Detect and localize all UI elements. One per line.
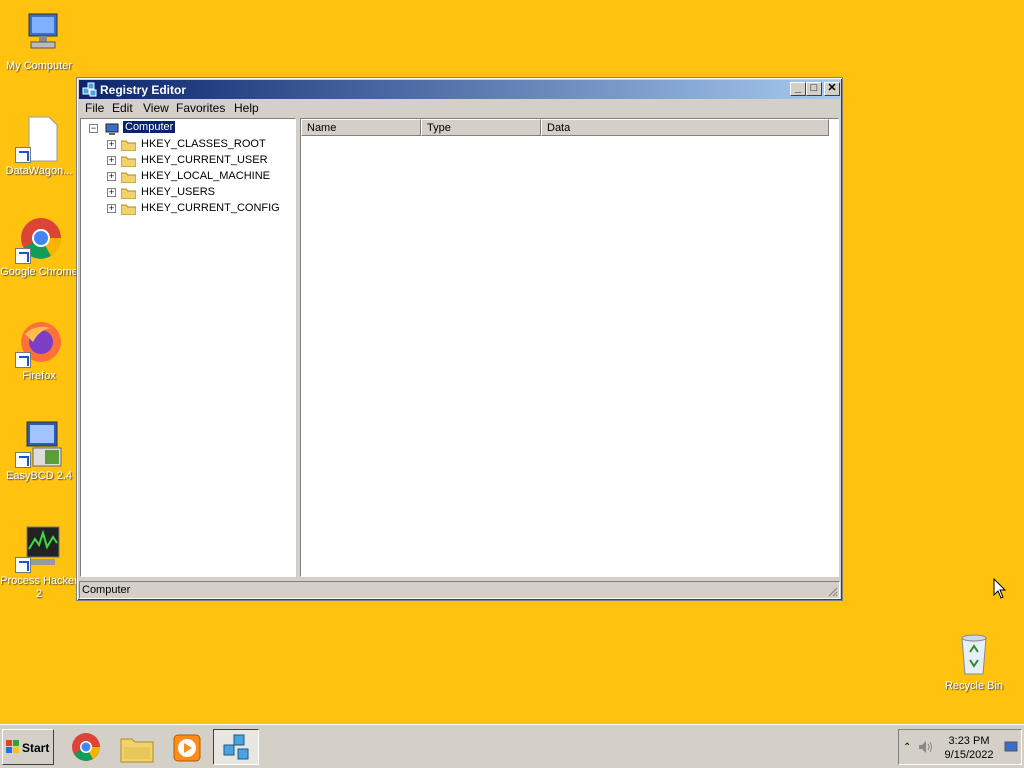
desktop-icon-label: Process Hacker 2	[0, 575, 78, 600]
resize-grip-icon[interactable]	[826, 585, 838, 597]
tree-node-hkey-local-machine[interactable]: + HKEY_LOCAL_MACHINE	[107, 169, 292, 185]
tree-node-label: Computer	[121, 120, 177, 134]
tree-node-hkey-current-user[interactable]: + HKEY_CURRENT_USER	[107, 153, 292, 169]
chrome-icon	[15, 216, 63, 264]
document-icon	[15, 115, 63, 163]
computer-icon	[15, 10, 63, 58]
tree-node-hkey-users[interactable]: + HKEY_USERS	[107, 185, 292, 201]
window-title: Registry Editor	[100, 83, 187, 97]
menu-bar: File Edit View Favorites Help	[79, 99, 840, 117]
process-hacker-icon	[15, 525, 63, 573]
folder-icon	[120, 155, 137, 168]
registry-editor-icon	[222, 733, 252, 766]
expand-icon[interactable]: +	[107, 188, 116, 197]
windows-logo-icon	[6, 740, 20, 754]
media-player-icon	[172, 733, 202, 766]
desktop-icon-label: Google Chrome	[0, 266, 78, 278]
desktop-icon-label: DataWagon...	[5, 165, 73, 177]
tree-node-label: HKEY_CURRENT_CONFIG	[141, 202, 280, 214]
desktop-icon-process-hacker[interactable]: Process Hacker 2	[0, 525, 78, 601]
tree-node-label: HKEY_LOCAL_MACHINE	[141, 170, 270, 182]
clock[interactable]: 3:23 PM 9/15/2022	[937, 734, 1001, 762]
folder-icon	[120, 733, 154, 766]
expand-icon[interactable]: +	[107, 140, 116, 149]
taskbar-registry-editor[interactable]	[213, 729, 259, 765]
clock-time: 3:23 PM	[948, 735, 990, 747]
desktop-icon-firefox[interactable]: Firefox	[0, 320, 78, 383]
shortcut-arrow-icon	[15, 248, 31, 264]
close-button[interactable]: ✕	[824, 82, 840, 96]
shortcut-arrow-icon	[15, 557, 31, 573]
computer-icon	[105, 123, 120, 135]
expand-icon[interactable]: +	[107, 204, 116, 213]
tree-node-hkey-classes-root[interactable]: + HKEY_CLASSES_ROOT	[107, 137, 292, 153]
folder-icon	[120, 203, 137, 216]
registry-editor-icon	[82, 82, 98, 98]
taskbar: Start ⌃ 3:23 PM 9/15/2022	[0, 724, 1024, 768]
show-desktop-icon[interactable]	[1004, 740, 1018, 757]
menu-help[interactable]: Help	[234, 101, 259, 115]
values-list-pane[interactable]: Name Type Data	[300, 118, 839, 577]
show-hidden-icons-chevron-icon[interactable]: ⌃	[903, 742, 911, 753]
desktop-icon-recycle-bin[interactable]: Recycle Bin	[935, 630, 1013, 693]
registry-editor-window[interactable]: Registry Editor _ □ ✕ File Edit View Fav…	[76, 77, 843, 601]
start-button[interactable]: Start	[2, 729, 54, 765]
desktop-icon-easybcd[interactable]: EasyBCD 2.4	[0, 420, 78, 483]
volume-icon[interactable]	[917, 739, 933, 758]
clock-date: 9/15/2022	[944, 749, 994, 761]
status-text: Computer	[82, 584, 131, 596]
maximize-button[interactable]: □	[806, 82, 822, 96]
desktop-icon-label: EasyBCD 2.4	[5, 470, 73, 482]
easybcd-icon	[15, 420, 63, 468]
desktop-icon-datawagon[interactable]: DataWagon...	[0, 115, 78, 178]
taskbar-media-player[interactable]	[164, 729, 210, 765]
column-header-type[interactable]: Type	[421, 119, 541, 136]
desktop-icon-label: Recycle Bin	[944, 680, 1004, 692]
taskbar-chrome[interactable]	[64, 729, 110, 765]
recycle-bin-icon	[950, 630, 998, 678]
system-tray: ⌃ 3:23 PM 9/15/2022	[898, 729, 1022, 765]
mouse-cursor-icon	[993, 577, 1007, 600]
status-bar: Computer	[79, 581, 840, 599]
minimize-button[interactable]: _	[790, 82, 806, 96]
expand-icon[interactable]: +	[107, 172, 116, 181]
chrome-icon	[71, 732, 101, 765]
tree-node-computer[interactable]: − Computer	[89, 120, 289, 137]
folder-icon	[120, 187, 137, 200]
desktop-icon-my-computer[interactable]: My Computer	[0, 10, 78, 73]
desktop-icon-label: Firefox	[22, 370, 56, 382]
tree-node-hkey-current-config[interactable]: + HKEY_CURRENT_CONFIG	[107, 201, 292, 217]
menu-favorites[interactable]: Favorites	[176, 101, 225, 115]
column-header-name[interactable]: Name	[301, 119, 421, 136]
desktop-icon-label: My Computer	[5, 60, 73, 72]
column-header-data[interactable]: Data	[541, 119, 829, 136]
menu-file[interactable]: File	[85, 101, 104, 115]
firefox-icon	[15, 320, 63, 368]
title-bar[interactable]: Registry Editor _ □ ✕	[79, 80, 840, 99]
collapse-icon[interactable]: −	[89, 124, 98, 133]
tree-node-label: HKEY_USERS	[141, 186, 215, 198]
shortcut-arrow-icon	[15, 352, 31, 368]
start-label: Start	[22, 741, 50, 755]
shortcut-arrow-icon	[15, 452, 31, 468]
menu-view[interactable]: View	[143, 101, 169, 115]
desktop-icon-google-chrome[interactable]: Google Chrome	[0, 216, 78, 279]
shortcut-arrow-icon	[15, 147, 31, 163]
taskbar-file-explorer[interactable]	[114, 729, 160, 765]
expand-icon[interactable]: +	[107, 156, 116, 165]
tree-pane[interactable]: − Computer + HKEY_CLASSES_ROOT + HKEY_CU…	[80, 118, 296, 577]
menu-edit[interactable]: Edit	[112, 101, 133, 115]
folder-icon	[120, 139, 137, 152]
folder-icon	[120, 171, 137, 184]
tree-node-label: HKEY_CLASSES_ROOT	[141, 138, 266, 150]
tree-node-label: HKEY_CURRENT_USER	[141, 154, 268, 166]
